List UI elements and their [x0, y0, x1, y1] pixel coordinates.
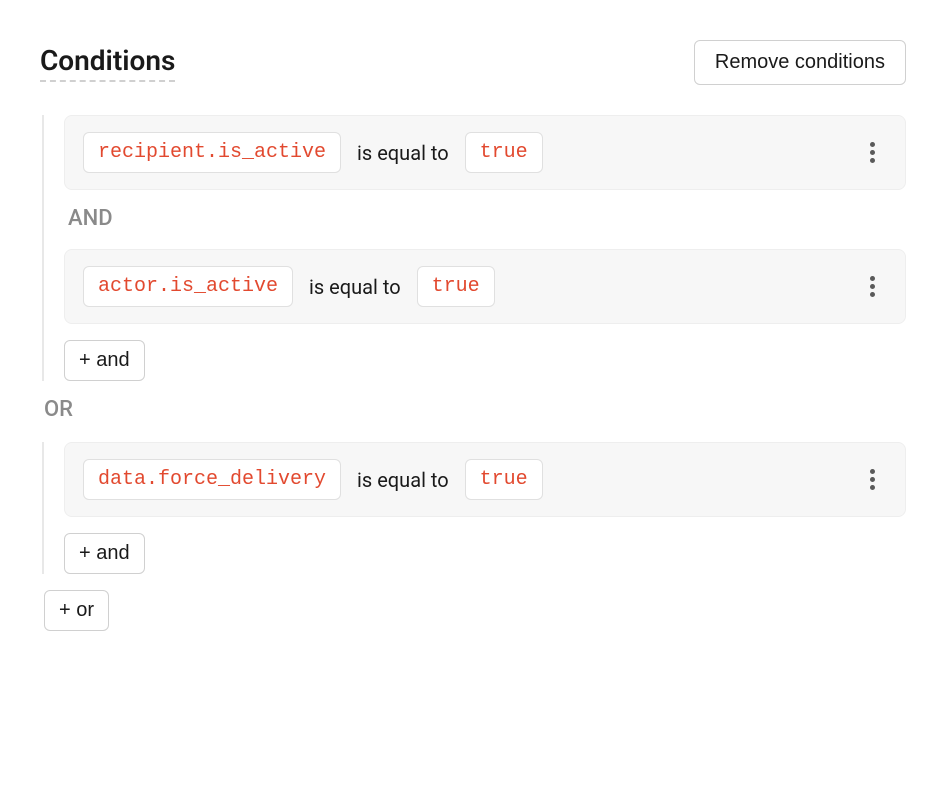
and-group: data.force_delivery is equal to true + a…	[42, 442, 906, 574]
condition-value[interactable]: true	[417, 266, 495, 307]
add-or-button[interactable]: + or	[44, 590, 109, 631]
and-group: recipient.is_active is equal to true AND…	[42, 115, 906, 381]
condition-row: recipient.is_active is equal to true	[64, 115, 906, 190]
condition-value[interactable]: true	[465, 459, 543, 500]
condition-value[interactable]: true	[465, 132, 543, 173]
add-and-button[interactable]: + and	[64, 340, 145, 381]
kebab-menu-icon[interactable]	[857, 465, 887, 495]
condition-operator: is equal to	[357, 468, 449, 492]
remove-conditions-button[interactable]: Remove conditions	[694, 40, 906, 85]
condition-operator: is equal to	[309, 275, 401, 299]
or-group: recipient.is_active is equal to true AND…	[42, 115, 906, 631]
condition-field[interactable]: data.force_delivery	[83, 459, 341, 500]
kebab-menu-icon[interactable]	[857, 138, 887, 168]
add-and-button[interactable]: + and	[64, 533, 145, 574]
condition-row: actor.is_active is equal to true	[64, 249, 906, 324]
condition-operator: is equal to	[357, 141, 449, 165]
conditions-title: Conditions	[40, 44, 175, 82]
kebab-menu-icon[interactable]	[857, 272, 887, 302]
conditions-header: Conditions Remove conditions	[40, 40, 906, 85]
or-connector: OR	[44, 397, 906, 422]
condition-field[interactable]: recipient.is_active	[83, 132, 341, 173]
condition-field[interactable]: actor.is_active	[83, 266, 293, 307]
and-connector: AND	[64, 206, 906, 231]
condition-row: data.force_delivery is equal to true	[64, 442, 906, 517]
